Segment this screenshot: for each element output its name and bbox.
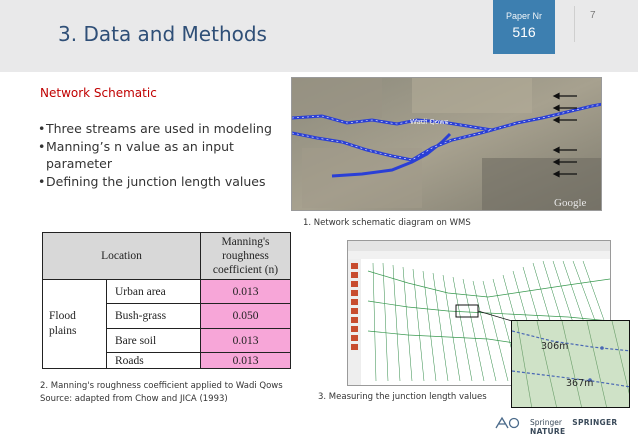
header-bar: 3. Data and Methods Paper Nr 516 7 [0,0,638,72]
footer-logos: Springer SPRINGER NATURE [530,418,638,436]
map-street-label: Wadi Qows [410,118,449,126]
map-caption: 1. Network schematic diagram on WMS [303,218,471,228]
table-cell-type: Roads [106,352,201,369]
section-heading: Network Schematic [40,86,157,100]
table-cell-n: 0.013 [200,352,291,369]
google-watermark: Google [554,197,587,209]
table-caption: 2. Manning's roughness coefficient appli… [40,381,283,404]
table-cell-n: 0.050 [200,303,291,329]
slide-number: 7 [590,10,596,21]
springer-logo: Springer [530,418,562,427]
header-divider [574,6,575,42]
institution-logo-icon [495,416,520,429]
table-cell-type: Urban area [106,279,201,304]
slide: 3. Data and Methods Paper Nr 516 7 Netwo… [0,0,638,442]
table-header-row: Location Manning's roughness coefficient… [42,232,291,280]
inset-graphic [512,321,629,407]
page-title: 3. Data and Methods [58,22,267,46]
table-header-location: Location [42,232,201,280]
bullet-item: Manning’s n value as an input parameter [38,138,276,173]
table-cell-type: Bush-grass [106,303,201,329]
map-graphic: Wadi Qows Google [292,78,601,210]
zoom-inset-image [511,320,630,408]
table-row: Flood plains Urban area 0.013 [42,279,291,369]
inset-distance-label: 306m [541,341,569,352]
paper-number-badge: Paper Nr 516 [493,0,555,54]
gis-caption: 3. Measuring the junction length values [318,392,487,402]
bullet-item: Three streams are used in modeling [38,120,276,138]
table-cell-n: 0.013 [200,328,291,353]
table-cell-n: 0.013 [200,279,291,304]
manning-table: Location Manning's roughness coefficient… [42,232,291,369]
paper-number-value: 516 [512,24,536,40]
bullet-item: Defining the junction length values [38,173,276,191]
table-header-coefficient: Manning's roughness coefficient (n) [200,232,291,280]
inset-distance-label: 367m [566,378,594,389]
paper-number-label: Paper Nr [505,11,542,21]
bullet-list: Three streams are used in modeling Manni… [38,120,276,191]
table-group-label: Flood plains [42,279,107,369]
satellite-map-image: Wadi Qows Google [291,77,602,211]
table-cell-type: Bare soil [106,328,201,353]
